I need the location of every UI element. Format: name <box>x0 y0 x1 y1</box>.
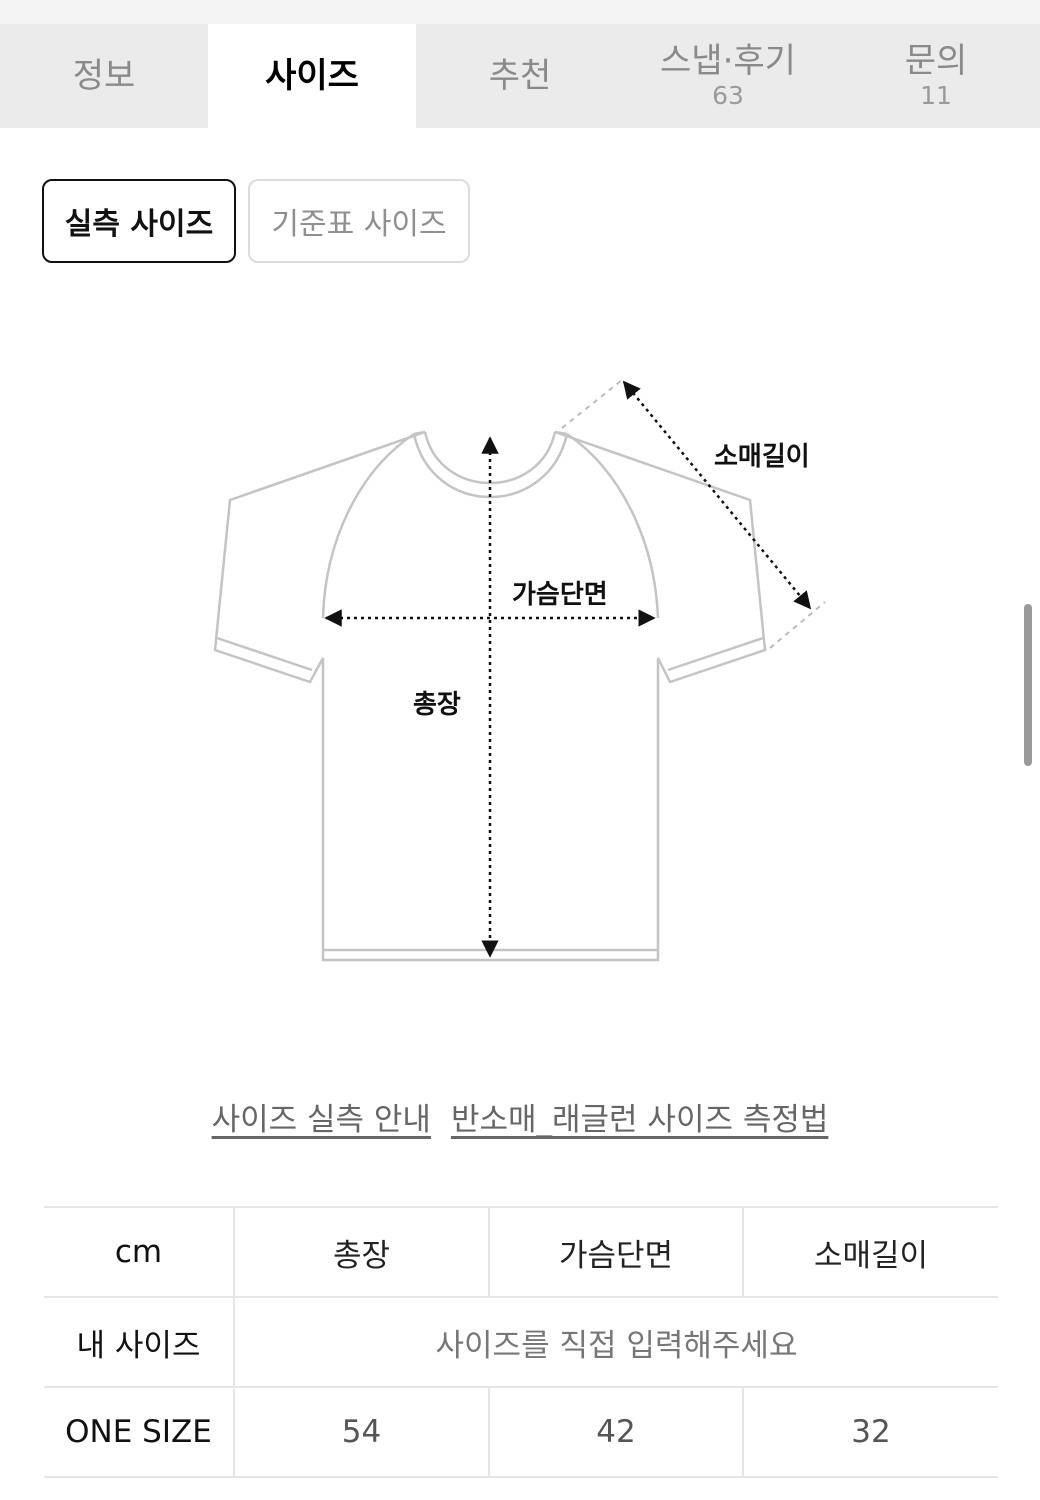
size-table: cm 총장 가슴단면 소매길이 내 사이즈 사이즈를 직접 입력해주세요 ONE… <box>44 1206 998 1478</box>
scrollbar-thumb[interactable] <box>1024 604 1032 766</box>
size-guide-link[interactable]: 사이즈 실측 안내 <box>212 1094 431 1139</box>
tab-recommend-label: 추천 <box>488 56 552 96</box>
my-size-label: 내 사이즈 <box>44 1296 234 1388</box>
product-tab-bar: 정보 사이즈 추천 스냅·후기 63 문의 11 <box>0 24 1040 128</box>
tab-inquiry-label: 문의 <box>904 41 968 81</box>
unit-header: cm <box>44 1206 234 1298</box>
tab-inquiry-count: 11 <box>920 81 952 110</box>
one-size-sleeve-length: 32 <box>742 1386 998 1478</box>
measurement-method-link[interactable]: 반소매_래글런 사이즈 측정법 <box>451 1094 828 1139</box>
table-row: ONE SIZE 54 42 32 <box>44 1386 998 1478</box>
tab-inquiry[interactable]: 문의 11 <box>832 24 1040 128</box>
table-header-row: cm 총장 가슴단면 소매길이 <box>44 1206 998 1298</box>
my-size-input[interactable]: 사이즈를 직접 입력해주세요 <box>233 1296 998 1388</box>
tab-reviews-count: 63 <box>712 81 744 110</box>
sleeve-length-label: 소매길이 <box>714 442 810 472</box>
tab-size[interactable]: 사이즈 <box>208 24 416 128</box>
size-type-toggle: 실측 사이즈 기준표 사이즈 <box>42 179 470 263</box>
tab-info-label: 정보 <box>72 56 136 96</box>
total-length-header: 총장 <box>233 1206 489 1298</box>
tab-reviews[interactable]: 스냅·후기 63 <box>624 24 832 128</box>
one-size-label: ONE SIZE <box>44 1386 234 1478</box>
top-strip <box>0 0 1040 24</box>
tab-reviews-label: 스냅·후기 <box>660 41 796 81</box>
one-size-chest-width: 42 <box>488 1386 743 1478</box>
one-size-total-length: 54 <box>233 1386 489 1478</box>
measured-size-button[interactable]: 실측 사이즈 <box>42 179 236 263</box>
chest-width-header: 가슴단면 <box>488 1206 743 1298</box>
tab-info[interactable]: 정보 <box>0 24 208 128</box>
my-size-row: 내 사이즈 사이즈를 직접 입력해주세요 <box>44 1296 998 1388</box>
tab-size-label: 사이즈 <box>265 56 359 96</box>
sleeve-length-header: 소매길이 <box>742 1206 998 1298</box>
tab-recommend[interactable]: 추천 <box>416 24 624 128</box>
total-length-label: 총장 <box>413 690 461 720</box>
tshirt-measurement-diagram: 소매길이 가슴단면 총장 <box>200 360 840 980</box>
size-guide-links: 사이즈 실측 안내 반소매_래글런 사이즈 측정법 <box>0 1094 1040 1139</box>
chest-width-label: 가슴단면 <box>512 580 608 610</box>
standard-size-button[interactable]: 기준표 사이즈 <box>248 179 470 263</box>
